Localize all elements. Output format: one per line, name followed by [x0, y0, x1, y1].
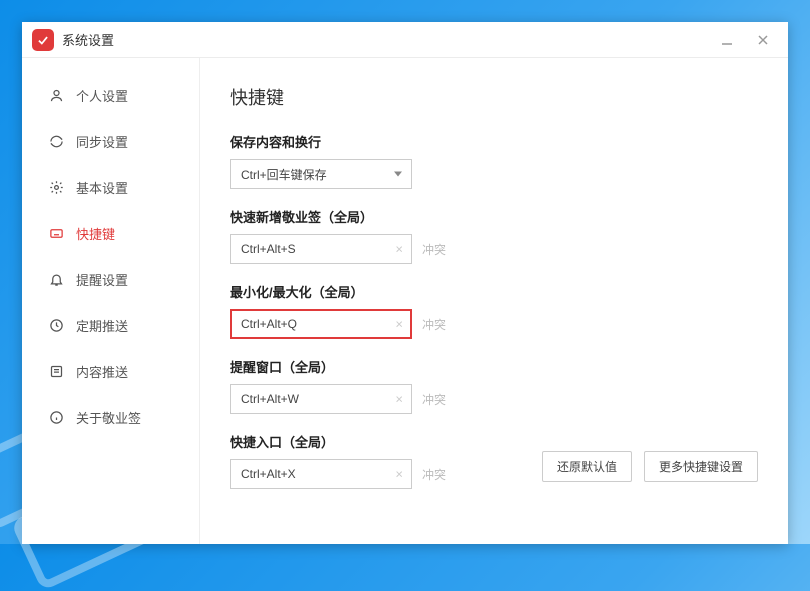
clock-icon [48, 317, 64, 333]
sidebar-item-label: 关于敬业签 [76, 408, 141, 427]
field-label: 保存内容和换行 [230, 132, 758, 151]
status-conflict: 冲突 [422, 241, 446, 258]
gear-icon [48, 179, 64, 195]
titlebar: 系统设置 [22, 22, 788, 58]
window-body: 个人设置 同步设置 基本设置 快捷键 [22, 58, 788, 544]
sidebar-item-reminder[interactable]: 提醒设置 [22, 256, 199, 302]
status-conflict: 冲突 [422, 391, 446, 408]
keyboard-icon [48, 225, 64, 241]
clear-icon[interactable]: × [395, 318, 403, 331]
input-value: Ctrl+Alt+W [241, 392, 299, 406]
main-panel: 快捷键 保存内容和换行 Ctrl+回车键保存 快速新增敬业签（全局） Ctrl+… [200, 58, 788, 544]
bell-icon [48, 271, 64, 287]
input-value: Ctrl+Alt+Q [241, 317, 297, 331]
entry-input[interactable]: Ctrl+Alt+X × [230, 459, 412, 489]
page-title: 快捷键 [230, 84, 758, 110]
field-label: 最小化/最大化（全局） [230, 282, 758, 301]
more-shortcuts-button[interactable]: 更多快捷键设置 [644, 451, 758, 482]
sidebar-item-basic[interactable]: 基本设置 [22, 164, 199, 210]
status-conflict: 冲突 [422, 316, 446, 333]
field-min-max: 最小化/最大化（全局） Ctrl+Alt+Q × 冲突 [230, 282, 758, 339]
sidebar-item-schedule[interactable]: 定期推送 [22, 302, 199, 348]
field-label: 快捷入口（全局） [230, 432, 758, 451]
select-value: Ctrl+回车键保存 [241, 166, 327, 183]
min-max-input[interactable]: Ctrl+Alt+Q × [230, 309, 412, 339]
sidebar-item-label: 基本设置 [76, 178, 128, 197]
field-quick-add: 快速新增敬业签（全局） Ctrl+Alt+S × 冲突 [230, 207, 758, 264]
sidebar-item-label: 定期推送 [76, 316, 128, 335]
field-save: 保存内容和换行 Ctrl+回车键保存 [230, 132, 758, 189]
sidebar-item-sync[interactable]: 同步设置 [22, 118, 199, 164]
settings-window: 系统设置 个人设置 同步设置 [22, 22, 788, 544]
sidebar-item-about[interactable]: 关于敬业签 [22, 394, 199, 440]
sidebar-item-label: 同步设置 [76, 132, 128, 151]
status-conflict: 冲突 [422, 466, 446, 483]
sidebar-item-label: 个人设置 [76, 86, 128, 105]
sync-icon [48, 133, 64, 149]
sidebar: 个人设置 同步设置 基本设置 快捷键 [22, 58, 200, 544]
sidebar-item-label: 快捷键 [76, 224, 115, 243]
input-value: Ctrl+Alt+S [241, 242, 296, 256]
clear-icon[interactable]: × [395, 393, 403, 406]
user-icon [48, 87, 64, 103]
restore-defaults-button[interactable]: 还原默认值 [542, 451, 632, 482]
field-label: 快速新增敬业签（全局） [230, 207, 758, 226]
save-select[interactable]: Ctrl+回车键保存 [230, 159, 412, 189]
app-logo-icon [32, 29, 54, 51]
field-label: 提醒窗口（全局） [230, 357, 758, 376]
quick-add-input[interactable]: Ctrl+Alt+S × [230, 234, 412, 264]
sidebar-item-content-push[interactable]: 内容推送 [22, 348, 199, 394]
clear-icon[interactable]: × [395, 468, 403, 481]
content-icon [48, 363, 64, 379]
sidebar-item-label: 内容推送 [76, 362, 128, 381]
field-remind: 提醒窗口（全局） Ctrl+Alt+W × 冲突 [230, 357, 758, 414]
window-title: 系统设置 [62, 30, 114, 49]
close-button[interactable] [754, 31, 772, 49]
remind-input[interactable]: Ctrl+Alt+W × [230, 384, 412, 414]
sidebar-item-label: 提醒设置 [76, 270, 128, 289]
input-value: Ctrl+Alt+X [241, 467, 296, 481]
sidebar-item-shortcuts[interactable]: 快捷键 [22, 210, 199, 256]
clear-icon[interactable]: × [395, 243, 403, 256]
info-icon [48, 409, 64, 425]
sidebar-item-personal[interactable]: 个人设置 [22, 72, 199, 118]
minimize-button[interactable] [718, 31, 736, 49]
